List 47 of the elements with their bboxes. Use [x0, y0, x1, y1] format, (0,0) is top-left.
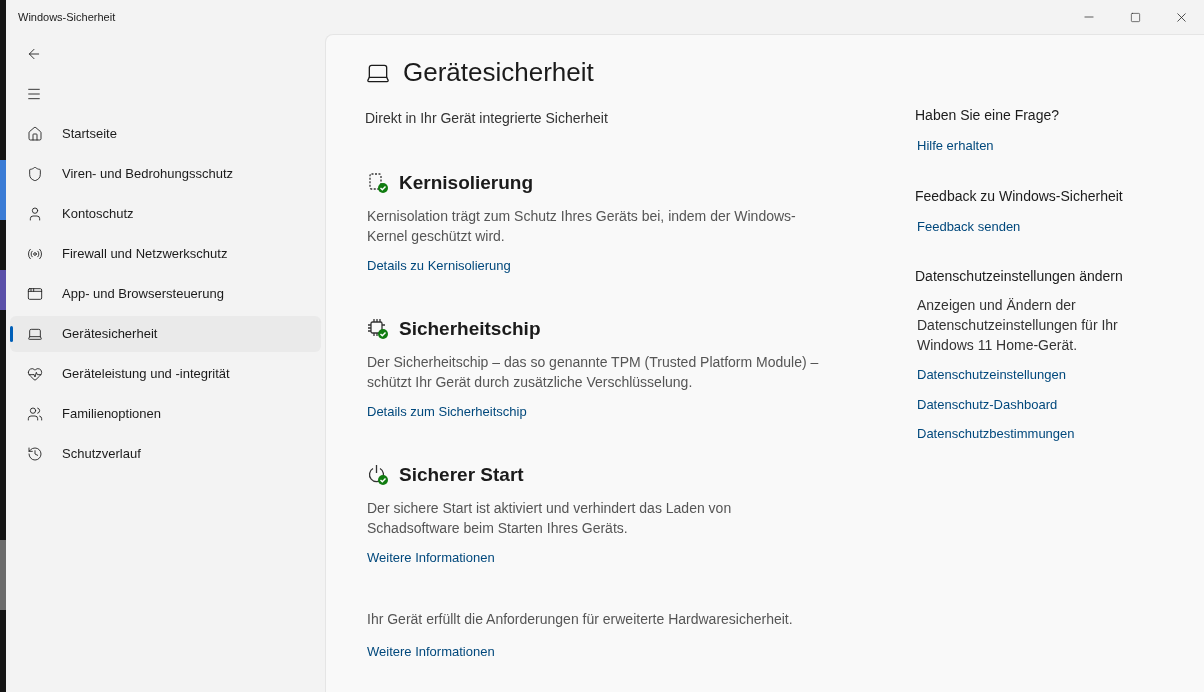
sidebar-item[interactable]: Viren- und Bedrohungsschutz: [10, 156, 321, 192]
chip-check-icon: [367, 172, 389, 195]
sidebar-item[interactable]: Schutzverlauf: [10, 436, 321, 472]
aside-link[interactable]: Datenschutz-Dashboard: [917, 394, 1058, 414]
history-icon: [27, 446, 43, 462]
details-link[interactable]: Details zu Kernisolierung: [367, 255, 511, 275]
menu-icon: [26, 86, 42, 102]
details-link[interactable]: Weitere Informationen: [367, 642, 495, 662]
page-title: Gerätesicherheit: [403, 56, 594, 89]
power-check-icon: [367, 464, 389, 487]
aside-link[interactable]: Feedback senden: [917, 216, 1021, 236]
section-description: Der sichere Start ist aktiviert und verhindert das Laden von Schadsoftware beim Starten Ihres Geräts.: [367, 498, 733, 538]
sidebar-item[interactable]: Familienoptionen: [10, 396, 321, 432]
section-title: Kernisolierung: [399, 171, 534, 195]
aside-link[interactable]: Datenschutzbestimmungen: [917, 424, 1075, 444]
chip-check-icon: [367, 318, 389, 341]
selection-indicator: [10, 326, 13, 342]
shield-icon: [27, 166, 43, 182]
section-description: Der Sicherheitschip – das so genannte TPM (Trusted Platform Module) – schützt Ihr Gerät durch zusätzliche Verschlüsselung.: [367, 352, 820, 392]
family-icon: [27, 406, 43, 422]
antenna-icon: [27, 246, 43, 262]
details-link[interactable]: Details zum Sicherheitschip: [367, 401, 527, 421]
sidebar-item[interactable]: App- und Browsersteuerung: [10, 276, 321, 312]
sidebar-item[interactable]: Startseite: [10, 116, 321, 152]
details-link[interactable]: Weitere Informationen: [367, 547, 495, 567]
heart-icon: [27, 366, 43, 382]
aside-heading: Feedback zu Windows-Sicherheit: [915, 186, 1124, 206]
section-title: Sicherheitschip: [399, 317, 541, 341]
person-icon: [27, 206, 43, 222]
window-title: Windows-Sicherheit: [18, 9, 116, 25]
hardware-status-text: Ihr Gerät erfüllt die Anforderungen für erweiterte Hardwaresicherheit.: [366, 610, 794, 629]
sidebar-item[interactable]: Kontoschutz: [10, 196, 321, 232]
laptop-icon: [27, 326, 43, 342]
aside-heading: Haben Sie eine Frage?: [915, 106, 1060, 125]
sidebar-item[interactable]: Geräteleistung und -integrität: [10, 356, 321, 392]
maximize-icon: [1129, 11, 1141, 23]
aside-description: Anzeigen und Ändern der Datenschutzeinstellungen für Ihr Windows 11 Home-Gerät.: [917, 296, 1119, 355]
page-subtitle: Direkt in Ihr Gerät integrierte Sicherheit: [365, 109, 609, 128]
sidebar-item[interactable]: Firewall und Netzwerkschutz: [10, 236, 321, 272]
section-title: Sicherer Start: [399, 463, 524, 487]
section-description: Kernisolation trägt zum Schutz Ihres Geräts bei, indem der Windows-Kernel geschützt wird.: [367, 206, 797, 246]
window-icon: [27, 286, 43, 302]
home-icon: [27, 126, 43, 142]
aside-heading: Datenschutzeinstellungen ändern: [915, 267, 1124, 286]
aside-link[interactable]: Datenschutzeinstellungen: [917, 365, 1066, 385]
sidebar-item[interactable]: Gerätesicherheit: [10, 316, 321, 352]
aside-link[interactable]: Hilfe erhalten: [917, 136, 994, 156]
